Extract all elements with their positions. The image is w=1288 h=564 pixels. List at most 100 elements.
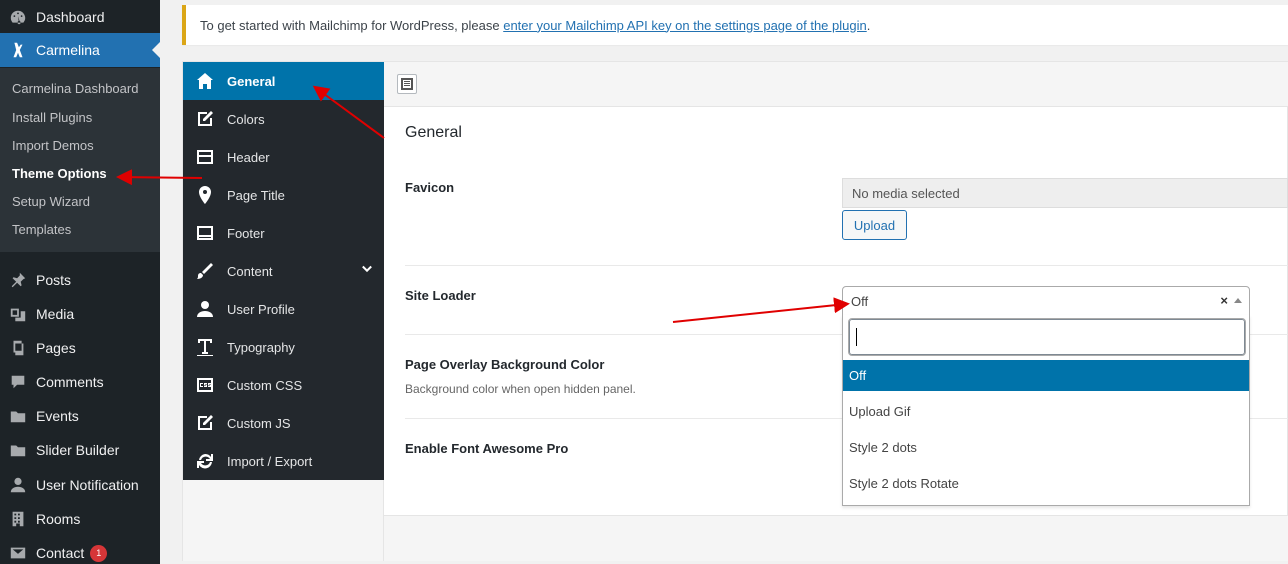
nav-colors[interactable]: Colors <box>183 100 384 138</box>
site-loader-label: Site Loader <box>405 288 476 303</box>
admin-menu-contact[interactable]: Contact 1 <box>0 536 160 564</box>
dropdown-option[interactable]: Upload Gif <box>843 396 1249 427</box>
nav-custom-css[interactable]: Custom CSS <box>183 366 384 404</box>
chevron-down-icon[interactable] <box>360 263 374 280</box>
nav-typography[interactable]: Typography <box>183 328 384 366</box>
admin-menu-events[interactable]: Events <box>0 399 160 433</box>
nav-custom-js[interactable]: Custom JS <box>183 404 384 442</box>
pages-icon <box>0 339 36 357</box>
nav-label: Colors <box>227 111 265 127</box>
dashboard-icon <box>0 8 36 26</box>
nav-header[interactable]: Header <box>183 138 384 176</box>
admin-menu-media[interactable]: Media <box>0 297 160 331</box>
overlay-color-label: Page Overlay Background Color <box>405 357 605 372</box>
admin-menu-comments[interactable]: Comments <box>0 365 160 399</box>
nav-footer[interactable]: Footer <box>183 214 384 252</box>
expand-toggle-button[interactable] <box>397 74 417 94</box>
nav-label: Header <box>227 149 270 165</box>
nav-label: Footer <box>227 225 265 241</box>
mail-icon <box>0 544 36 562</box>
dropdown-option[interactable]: Style 2 dots <box>843 432 1249 463</box>
mailchimp-notice: To get started with Mailchimp for WordPr… <box>182 5 1288 45</box>
upload-button[interactable]: Upload <box>842 210 907 240</box>
location-pin-icon <box>183 185 227 205</box>
folder-icon <box>0 441 36 459</box>
submenu-theme-options[interactable]: Theme Options <box>12 166 107 181</box>
admin-menu-label: Events <box>36 408 79 424</box>
media-icon <box>0 305 36 323</box>
options-nav: General Colors Header Page Title Footer … <box>183 62 384 480</box>
refresh-icon <box>183 451 227 471</box>
admin-menu-pages[interactable]: Pages <box>0 331 160 365</box>
notice-end: . <box>866 17 871 33</box>
layout-icon <box>183 223 227 243</box>
nav-label: Content <box>227 263 273 279</box>
options-footer-bar <box>384 515 1288 561</box>
font-awesome-pro-label: Enable Font Awesome Pro <box>405 441 569 456</box>
comment-icon <box>0 373 36 391</box>
nav-label: User Profile <box>227 301 295 317</box>
admin-menu-user-notification[interactable]: User Notification <box>0 468 160 502</box>
admin-menu-slider-builder[interactable]: Slider Builder <box>0 433 160 467</box>
edit-icon <box>183 413 227 433</box>
user-icon <box>0 476 36 494</box>
caret-up-icon[interactable] <box>1234 298 1242 303</box>
clear-selection-button[interactable]: × <box>1220 293 1228 308</box>
options-toolbar <box>384 62 1288 107</box>
text-icon <box>183 337 227 357</box>
nav-label: Typography <box>227 339 295 355</box>
notice-settings-link[interactable]: enter your Mailchimp API key on the sett… <box>503 18 867 33</box>
nav-import-export[interactable]: Import / Export <box>183 442 384 480</box>
admin-menu-label: User Notification <box>36 477 139 493</box>
notification-badge: 1 <box>90 544 108 562</box>
nav-label: Import / Export <box>227 453 313 469</box>
admin-menu-rooms[interactable]: Rooms <box>0 502 160 536</box>
brush-icon <box>183 261 227 281</box>
admin-menu-label: Dashboard <box>36 9 105 25</box>
nav-label: Custom JS <box>227 415 291 431</box>
nav-user-profile[interactable]: User Profile <box>183 290 384 328</box>
carmelina-icon <box>0 41 36 59</box>
dropdown-option[interactable]: Off <box>843 360 1249 391</box>
user-icon <box>183 299 227 319</box>
site-loader-dropdown: Off Upload Gif Style 2 dots Style 2 dots… <box>842 315 1250 506</box>
submenu-install-plugins[interactable]: Install Plugins <box>12 110 92 125</box>
submenu-import-demos[interactable]: Import Demos <box>12 138 94 153</box>
admin-sidebar: Dashboard Carmelina Carmelina Dashboard … <box>0 0 160 564</box>
admin-menu-label: Carmelina <box>36 42 100 58</box>
nav-label: Page Title <box>227 187 285 203</box>
css-icon <box>183 375 227 395</box>
admin-menu-label: Comments <box>36 374 104 390</box>
home-icon <box>183 71 227 91</box>
layout-icon <box>183 147 227 167</box>
building-icon <box>0 510 36 528</box>
admin-menu-posts[interactable]: Posts <box>0 263 160 297</box>
text-cursor <box>856 328 857 346</box>
edit-icon <box>183 109 227 129</box>
dropdown-search-input[interactable] <box>848 318 1246 356</box>
admin-menu-carmelina[interactable]: Carmelina <box>0 33 160 67</box>
submenu-carmelina-dashboard[interactable]: Carmelina Dashboard <box>12 81 138 96</box>
admin-menu-label: Media <box>36 306 75 322</box>
nav-empty-area <box>183 480 384 561</box>
nav-content[interactable]: Content <box>183 252 384 290</box>
dropdown-option[interactable]: Style 2 dots Rotate <box>843 468 1249 499</box>
nav-page-title[interactable]: Page Title <box>183 176 384 214</box>
admin-menu-label: Slider Builder <box>36 442 120 458</box>
favicon-label: Favicon <box>405 180 455 195</box>
carmelina-submenu: Carmelina Dashboard Install Plugins Impo… <box>0 68 160 252</box>
section-title: General <box>405 124 462 141</box>
submenu-setup-wizard[interactable]: Setup Wizard <box>12 194 90 209</box>
admin-menu-label: Rooms <box>36 511 81 527</box>
admin-menu-dashboard[interactable]: Dashboard <box>0 0 160 34</box>
favicon-media-field: No media selected <box>842 178 1288 208</box>
admin-menu-label: Posts <box>36 272 72 288</box>
submenu-templates[interactable]: Templates <box>12 222 71 237</box>
nav-general[interactable]: General <box>183 62 384 100</box>
site-loader-select[interactable]: Off × <box>842 286 1250 316</box>
admin-menu-label: Contact <box>36 545 85 561</box>
select-value: Off <box>851 293 869 309</box>
admin-menu-label: Pages <box>36 340 76 356</box>
notice-text: To get started with Mailchimp for WordPr… <box>200 17 504 33</box>
expand-icon <box>401 78 413 90</box>
